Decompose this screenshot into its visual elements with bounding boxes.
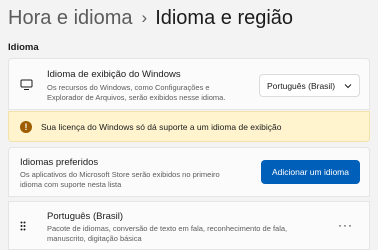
language-item-features-2: manuscrito, digitação básica — [47, 234, 142, 243]
preferred-languages-description-2: idioma com suporte nesta lista — [20, 180, 122, 189]
license-warning-text: Sua licença do Windows só dá suporte a u… — [41, 121, 282, 132]
license-warning-banner: ! Sua licença do Windows só dá suporte a… — [8, 111, 370, 142]
page-title: Idioma e região — [155, 7, 294, 29]
info-icon: ! — [20, 120, 32, 133]
display-language-description-2: Explorador de Arquivos, serão exibidos n… — [47, 93, 226, 102]
language-region-page: Hora e idioma › Idioma e região Idioma I… — [0, 0, 378, 250]
add-language-button[interactable]: Adicionar um idioma — [261, 160, 360, 184]
breadcrumb-separator-icon: › — [141, 8, 148, 27]
language-list-item[interactable]: Português (Brasil) Pacote de idiomas, co… — [8, 201, 370, 250]
display-language-description-1: Os recursos do Windows, como Configuraçõ… — [47, 83, 210, 92]
drag-handle-icon[interactable] — [20, 221, 26, 231]
section-title-language: Idioma — [8, 42, 39, 53]
preferred-languages-title: Idiomas preferidos — [20, 157, 99, 168]
dropdown-selected-value: Português (Brasil) — [267, 80, 336, 91]
chevron-down-icon — [344, 83, 352, 88]
more-options-icon[interactable]: ··· — [338, 219, 353, 231]
breadcrumb-parent-link[interactable]: Hora e idioma — [8, 5, 133, 31]
language-item-name: Português (Brasil) — [47, 211, 124, 222]
breadcrumb: Hora e idioma › Idioma e região — [8, 5, 293, 31]
display-language-card: Idioma de exibição do Windows Os recurso… — [8, 58, 370, 110]
monitor-icon — [20, 79, 33, 90]
language-item-features-1: Pacote de idiomas, conversão de texto em… — [47, 224, 288, 233]
display-language-title: Idioma de exibição do Windows — [47, 69, 181, 80]
preferred-languages-description-1: Os aplicativos do Microsoft Store serão … — [20, 170, 220, 179]
preferred-languages-card: Idiomas preferidos Os aplicativos do Mic… — [8, 147, 370, 197]
display-language-dropdown[interactable]: Português (Brasil) — [259, 74, 360, 97]
